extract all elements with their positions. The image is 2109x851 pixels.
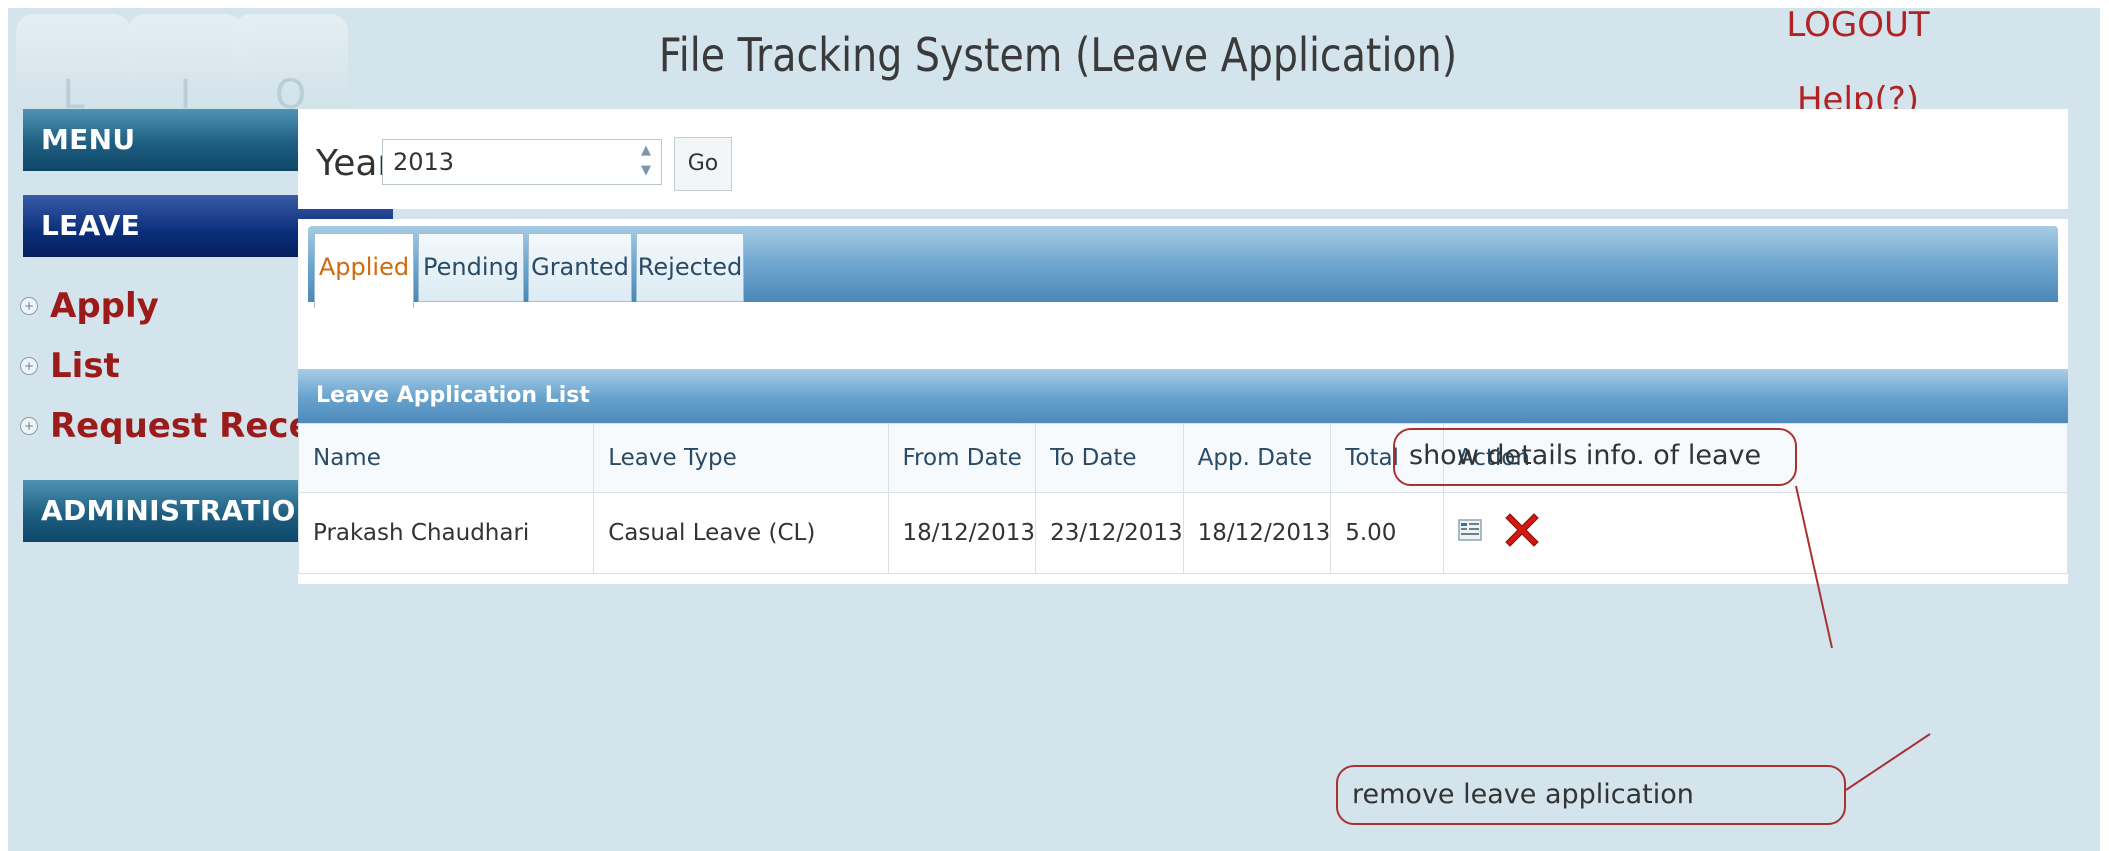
tab-rejected[interactable]: Rejected: [636, 233, 744, 302]
tabs-panel: Applied Pending Granted Rejected: [298, 219, 2068, 369]
column-header-to-date: To Date: [1035, 423, 1184, 493]
go-button[interactable]: Go: [674, 137, 732, 191]
cell-total: 5.00: [1330, 492, 1444, 574]
cell-name: Prakash Chaudhari: [297, 492, 595, 574]
list-title: Leave Application List: [298, 369, 2068, 423]
annotation-remove: remove leave application: [1336, 765, 1846, 825]
year-stepper[interactable]: ▲ ▼: [632, 141, 660, 183]
expand-icon: +: [20, 357, 38, 375]
tab-pending[interactable]: Pending: [418, 233, 524, 302]
expand-icon: +: [20, 417, 38, 435]
page-title: File Tracking System (Leave Application): [658, 28, 1458, 82]
cell-app-date: 18/12/2013: [1182, 492, 1332, 574]
main-content: Year: ▲▼ Go Applied Pending Granted Reje…: [297, 109, 2100, 851]
tab-granted[interactable]: Granted: [528, 233, 632, 302]
logout-link[interactable]: LOGOUT: [1768, 8, 1948, 42]
column-header-name: Name: [297, 423, 595, 493]
annotation-details: show details info. of leave: [1393, 428, 1797, 486]
cell-action: [1442, 492, 2069, 574]
sidebar-item-apply[interactable]: + Apply: [20, 286, 159, 326]
expand-icon: +: [20, 297, 38, 315]
column-header-from-date: From Date: [887, 423, 1037, 493]
tab-strip: Applied Pending Granted Rejected: [308, 226, 2058, 308]
leave-list-panel: Leave Application List Name Leave Type F…: [297, 369, 2069, 584]
cell-to-date: 23/12/2013: [1035, 492, 1184, 574]
column-header-app-date: App. Date: [1182, 423, 1332, 493]
table-header-row: Name Leave Type From Date To Date App. D…: [297, 423, 2069, 493]
year-input[interactable]: [382, 139, 662, 185]
cell-leave-type: Casual Leave (CL): [593, 492, 889, 574]
details-icon[interactable]: [1458, 517, 1484, 549]
sidebar-item-label: Apply: [50, 286, 159, 326]
tab-applied[interactable]: Applied: [314, 233, 414, 308]
cell-from-date: 18/12/2013: [887, 492, 1037, 574]
table-row[interactable]: Prakash Chaudhari Casual Leave (CL) 18/1…: [297, 492, 2069, 574]
leave-table: Name Leave Type From Date To Date App. D…: [297, 423, 2069, 574]
sidebar-item-label: List: [50, 346, 120, 386]
delete-icon[interactable]: [1505, 510, 1539, 556]
year-filter: Year: ▲▼ Go: [298, 109, 2068, 209]
sidebar-item-list[interactable]: + List: [20, 346, 120, 386]
column-header-leave-type: Leave Type: [593, 423, 889, 493]
